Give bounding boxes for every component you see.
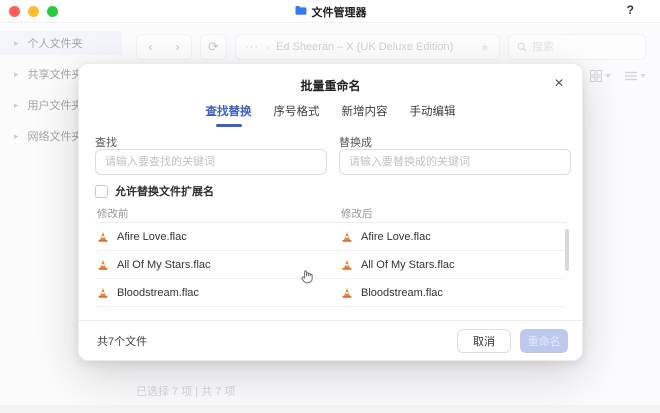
replace-input[interactable]	[339, 149, 571, 175]
checkbox-label: 允许替换文件扩展名	[115, 183, 214, 199]
help-button[interactable]: ?	[627, 3, 634, 17]
find-input[interactable]	[95, 149, 327, 175]
table-row[interactable]: All Of My Stars.flac All Of My Stars.fla…	[95, 251, 566, 279]
dialog-tabs: 查找替换 序号格式 新增内容 手动编辑	[79, 103, 582, 127]
dialog-footer: 共7个文件 取消 重命名	[79, 320, 582, 360]
tab-number-format[interactable]: 序号格式	[274, 103, 320, 127]
audio-file-icon	[97, 287, 109, 299]
dialog-title: 批量重命名	[79, 77, 582, 94]
mouse-cursor-hand-icon	[299, 268, 314, 290]
table-row[interactable]: Afire Love.flac Afire Love.flac	[95, 223, 566, 251]
replace-label: 替换成	[339, 134, 372, 150]
replace-extension-checkbox-row[interactable]: 允许替换文件扩展名	[95, 183, 214, 199]
audio-file-icon	[341, 287, 353, 299]
close-icon[interactable]: ✕	[551, 75, 567, 91]
window: 文件管理器 ? ▸ 个人文件夹 ▸ 共享文件夹 ▸ 用户文件夹 ▸ 网络文件夹	[0, 0, 660, 413]
batch-rename-dialog: 批量重命名 ✕ 查找替换 序号格式 新增内容 手动编辑 查找 替换成 允许替换文…	[78, 63, 583, 361]
checkbox-unchecked[interactable]	[95, 185, 108, 198]
tab-add-content[interactable]: 新增内容	[342, 103, 388, 127]
audio-file-icon	[97, 259, 109, 271]
app-folder-icon	[294, 3, 307, 21]
column-header-before: 修改前	[97, 206, 129, 221]
audio-file-icon	[341, 231, 353, 243]
titlebar: 文件管理器 ?	[0, 0, 660, 23]
find-label: 查找	[95, 134, 117, 150]
cancel-button[interactable]: 取消	[457, 329, 511, 353]
table-scrollbar[interactable]	[565, 229, 569, 271]
audio-file-icon	[97, 231, 109, 243]
tab-manual-edit[interactable]: 手动编辑	[410, 103, 456, 127]
tab-find-replace[interactable]: 查找替换	[206, 103, 252, 127]
window-title: 文件管理器	[312, 4, 367, 20]
rename-button[interactable]: 重命名	[520, 329, 568, 353]
table-row[interactable]: Bloodstream.flac Bloodstream.flac	[95, 279, 566, 307]
file-count: 共7个文件	[97, 333, 457, 349]
audio-file-icon	[341, 259, 353, 271]
column-header-after: 修改后	[341, 206, 373, 221]
